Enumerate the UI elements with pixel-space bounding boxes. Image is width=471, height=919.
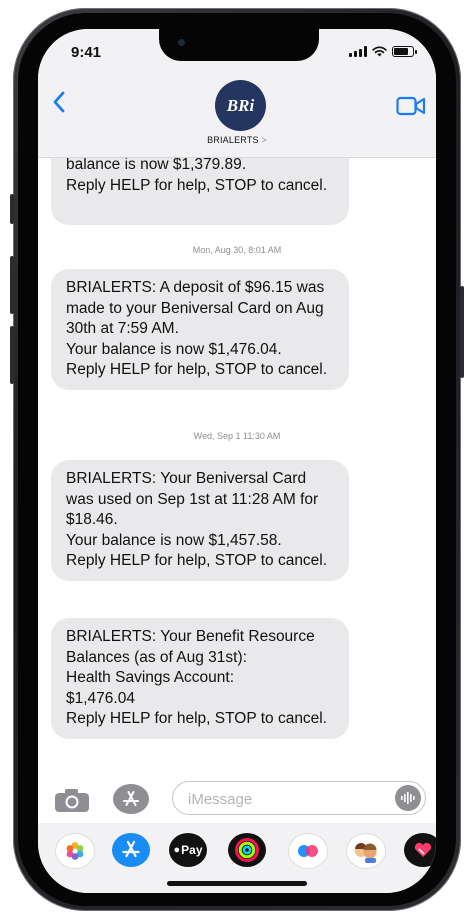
facetime-video-icon[interactable] bbox=[396, 96, 426, 121]
camera-icon[interactable] bbox=[54, 788, 90, 817]
audio-message-icon[interactable] bbox=[395, 785, 421, 811]
message-composer: iMessage bbox=[38, 771, 436, 823]
imessage-placeholder: iMessage bbox=[188, 791, 253, 808]
front-camera bbox=[178, 39, 185, 46]
digital-touch-icon[interactable] bbox=[288, 833, 328, 869]
message-bubble: BRIALERTS: Your Beniversal Card was used… bbox=[51, 460, 349, 581]
cellular-signal-icon bbox=[349, 46, 367, 57]
apple-pay-icon[interactable]: ● Pay bbox=[169, 833, 207, 867]
contact-name: BRIALERTS bbox=[207, 135, 259, 145]
message-text: BRIALERTS: Your Benefit Resource Balance… bbox=[66, 628, 328, 727]
timestamp-time: 8:01 AM bbox=[245, 245, 282, 255]
timestamp-day: Wed, Sep 1 bbox=[193, 431, 241, 441]
notch bbox=[159, 29, 319, 61]
volume-up-button bbox=[10, 256, 14, 314]
memoji-icon[interactable] bbox=[346, 833, 386, 869]
chevron-right-icon: > bbox=[261, 135, 267, 145]
message-text: balance is now $1,379.89. Reply HELP for… bbox=[66, 156, 328, 194]
activity-icon[interactable] bbox=[228, 833, 266, 867]
apple-pay-label: Pay bbox=[181, 843, 203, 857]
back-chevron-icon[interactable] bbox=[52, 91, 66, 114]
apple-logo-icon: ● bbox=[173, 844, 181, 856]
message-bubble: BRIALERTS: Your Benefit Resource Balance… bbox=[51, 618, 349, 739]
app-store-button[interactable] bbox=[113, 784, 149, 814]
wifi-icon bbox=[372, 46, 387, 57]
timestamp: Wed, Sep 1 11:30 AM bbox=[38, 431, 436, 441]
screen: balance is now $1,379.89. Reply HELP for… bbox=[38, 29, 436, 893]
timestamp: Mon, Aug 30, 8:01 AM bbox=[38, 245, 436, 255]
app-store-a-icon bbox=[123, 791, 139, 806]
avatar-logo-text: BRi bbox=[226, 95, 255, 115]
home-indicator[interactable] bbox=[167, 881, 307, 886]
timestamp-time: 11:30 AM bbox=[240, 431, 281, 441]
power-button bbox=[460, 286, 464, 378]
timestamp-day: Mon, Aug 30, bbox=[192, 245, 246, 255]
status-time: 9:41 bbox=[71, 44, 102, 61]
contact-name-button[interactable]: BRIALERTS > bbox=[38, 135, 436, 145]
battery-icon bbox=[392, 46, 417, 57]
imessage-input[interactable]: iMessage bbox=[172, 781, 426, 815]
message-text: BRIALERTS: A deposit of $96.15 was made … bbox=[66, 279, 328, 378]
app-drawer: ● Pay bbox=[38, 823, 436, 893]
battery-level bbox=[394, 48, 408, 55]
silent-switch bbox=[10, 194, 14, 224]
volume-down-button bbox=[10, 326, 14, 384]
message-text: BRIALERTS: Your Beniversal Card was used… bbox=[66, 470, 328, 569]
app-store-icon[interactable] bbox=[112, 833, 150, 867]
hearts-sticker-icon[interactable] bbox=[404, 833, 436, 867]
message-bubble: BRIALERTS: A deposit of $96.15 was made … bbox=[51, 269, 349, 390]
photos-icon[interactable] bbox=[55, 833, 95, 869]
contact-avatar[interactable]: BRi bbox=[215, 80, 266, 131]
status-icons bbox=[349, 46, 417, 57]
